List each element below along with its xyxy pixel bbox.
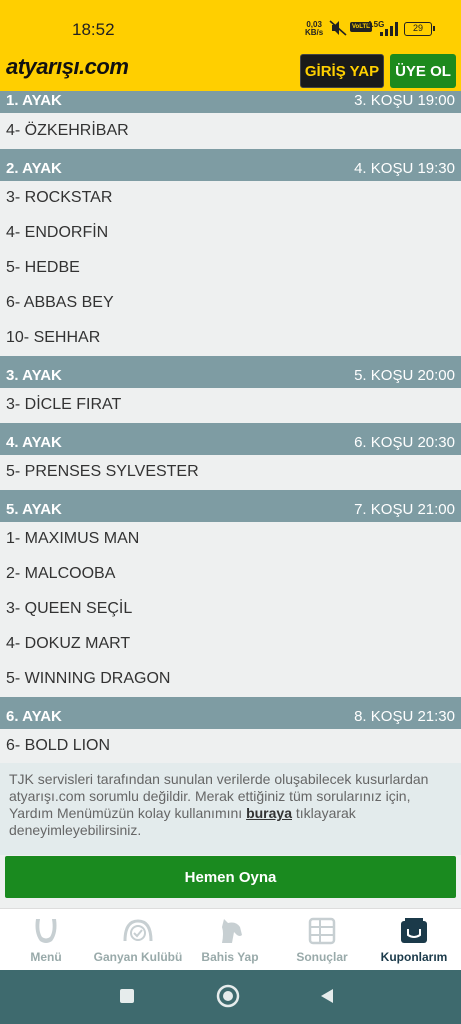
status-time: 18:52 (72, 20, 115, 39)
leg-header: 5. AYAK 7. KOŞU 21:00 (0, 490, 461, 522)
list-item[interactable]: 10- SEHHAR (0, 320, 461, 355)
signup-button[interactable]: ÜYE OL (390, 54, 456, 88)
list-item[interactable]: 5- PRENSES SYLVESTER (0, 454, 461, 489)
list-item[interactable]: 6- ABBAS BEY (0, 285, 461, 320)
disclaimer: TJK servisleri tarafından sunulan verile… (0, 763, 461, 855)
app-header: 18:52 0,03 KB/s VoLTE 4.5G 29 atyarışı.c… (0, 0, 461, 91)
tab-menu[interactable]: Menü (0, 909, 92, 971)
leg-header: 4. AYAK 6. KOŞU 20:30 (0, 423, 461, 455)
tab-label: Bahis Yap (201, 950, 259, 964)
list-item[interactable]: 3- QUEEN SEÇİL (0, 591, 461, 626)
coupon-leg-list[interactable]: 1. AYAK 3. KOŞU 19:00 4- ÖZKEHRİBAR 2. A… (0, 91, 461, 763)
leg-header: 3. AYAK 5. KOŞU 20:00 (0, 356, 461, 388)
tab-ganyan-club[interactable]: Ganyan Kulübü (92, 909, 184, 971)
list-item[interactable]: 6- BOLD LION (0, 728, 461, 763)
app-screen: 18:52 0,03 KB/s VoLTE 4.5G 29 atyarışı.c… (0, 0, 461, 1024)
leg-race: 6. KOŞU 20:30 (354, 434, 455, 451)
site-logo[interactable]: atyarışı.com (6, 54, 129, 80)
list-item[interactable]: 5- HEDBE (0, 250, 461, 285)
list-item[interactable]: 4- DOKUZ MART (0, 626, 461, 661)
leg-race: 7. KOŞU 21:00 (354, 501, 455, 518)
leg-header: 1. AYAK 3. KOŞU 19:00 (0, 91, 461, 113)
horseshoe-menu-icon (35, 919, 57, 943)
leg-race: 5. KOŞU 20:00 (354, 367, 455, 384)
leg-name: 4. AYAK (6, 434, 62, 451)
results-grid-icon (308, 917, 336, 945)
leg-name: 1. AYAK (6, 92, 62, 109)
signal-icon (380, 22, 398, 36)
help-link[interactable]: buraya (246, 805, 292, 821)
home-icon[interactable] (216, 984, 240, 1008)
list-item[interactable]: 2- MALCOOBA (0, 556, 461, 591)
tab-label: Sonuçlar (296, 950, 348, 964)
leg-header: 6. AYAK 8. KOŞU 21:30 (0, 697, 461, 729)
leg-name: 2. AYAK (6, 160, 62, 177)
disclaimer-text: TJK servisleri tarafından sunulan verile… (9, 771, 429, 821)
leg-header: 2. AYAK 4. KOŞU 19:30 (0, 149, 461, 181)
horse-head-icon (222, 919, 242, 943)
tab-results[interactable]: Sonuçlar (276, 909, 368, 971)
leg-race: 3. KOŞU 19:00 (354, 92, 455, 109)
tab-my-coupons[interactable]: Kuponlarım (368, 909, 460, 971)
battery-icon: 29 (404, 22, 435, 36)
android-nav-bar (0, 970, 461, 1024)
club-icon (123, 919, 153, 942)
coupon-icon (401, 918, 427, 943)
play-now-button[interactable]: Hemen Oyna (5, 856, 456, 898)
tab-label: Ganyan Kulübü (93, 950, 183, 964)
back-icon[interactable] (318, 987, 336, 1005)
mute-icon (329, 20, 347, 36)
list-item[interactable]: 1- MAXIMUS MAN (0, 521, 461, 556)
tab-place-bet[interactable]: Bahis Yap (184, 909, 276, 971)
status-bar: 18:52 0,03 KB/s VoLTE 4.5G 29 (0, 0, 461, 48)
leg-name: 6. AYAK (6, 708, 62, 725)
list-item[interactable]: 5- WINNING DRAGON (0, 661, 461, 696)
leg-name: 3. AYAK (6, 367, 62, 384)
login-button[interactable]: GİRİŞ YAP (300, 54, 384, 88)
list-item[interactable]: 3- DİCLE FIRAT (0, 387, 461, 422)
bottom-tab-bar: Menü Ganyan Kulübü Bahis Yap Sonuçlar Ku… (0, 908, 461, 970)
tab-label: Kuponlarım (380, 950, 448, 964)
net-speed: 0,03 KB/s (305, 21, 323, 37)
leg-race: 8. KOŞU 21:30 (354, 708, 455, 725)
list-item[interactable]: 4- ENDORFİN (0, 215, 461, 250)
tab-label: Menü (30, 950, 62, 964)
leg-race: 4. KOŞU 19:30 (354, 160, 455, 177)
list-item[interactable]: 3- ROCKSTAR (0, 180, 461, 215)
recents-icon[interactable] (118, 987, 136, 1005)
leg-name: 5. AYAK (6, 501, 62, 518)
list-item[interactable]: 4- ÖZKEHRİBAR (0, 113, 461, 148)
net-speed-unit: KB/s (305, 28, 324, 37)
battery-level: 29 (412, 23, 423, 33)
